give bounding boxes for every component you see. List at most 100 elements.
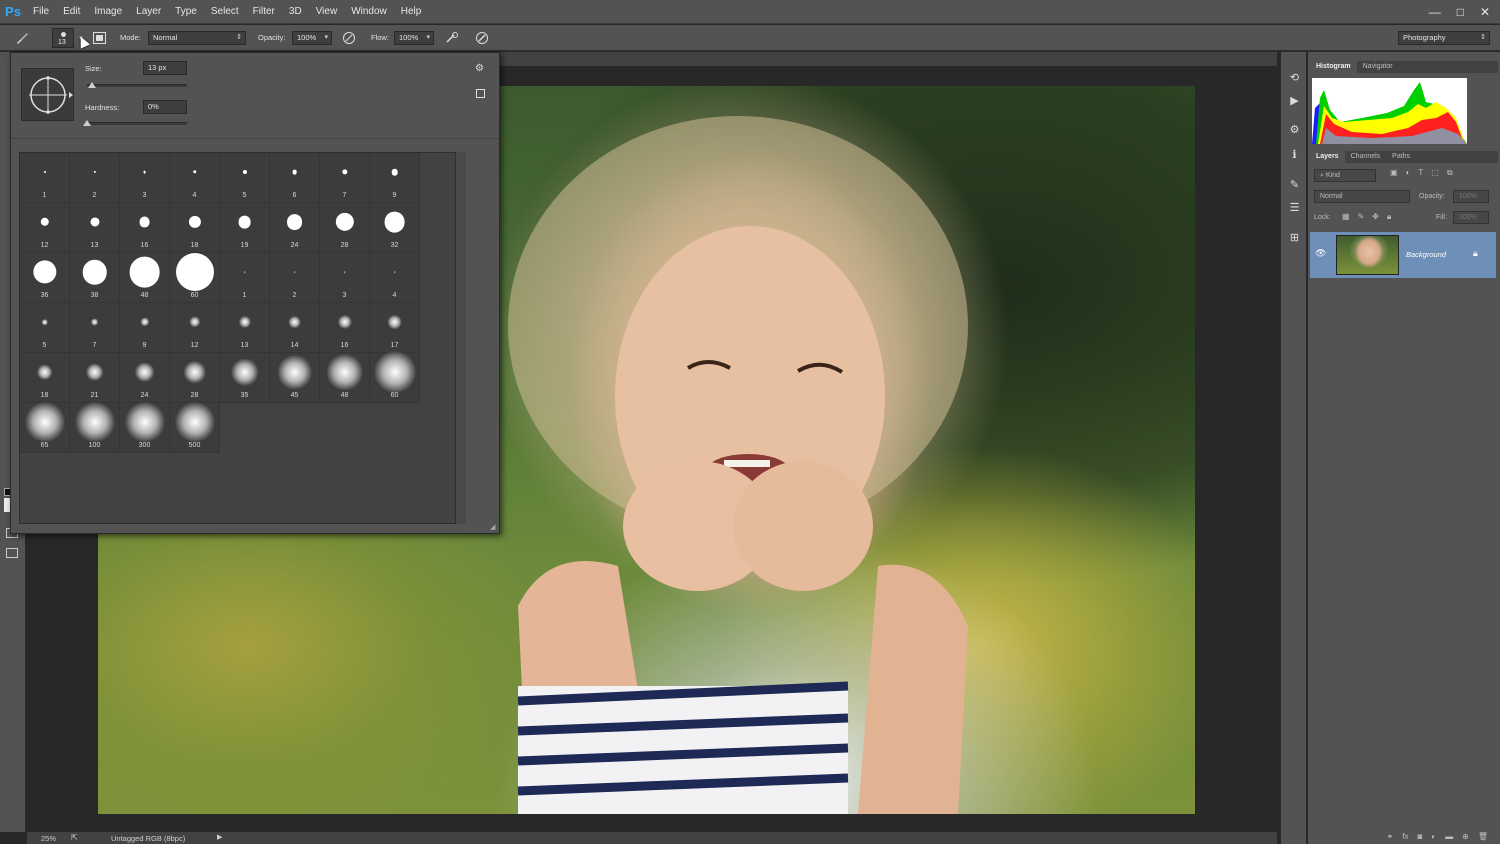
zoom-level[interactable]: 25% <box>41 834 56 843</box>
brush-preset[interactable]: 4 <box>170 153 220 203</box>
menu-edit[interactable]: Edit <box>56 0 87 24</box>
type-filter-icon[interactable]: T <box>1418 168 1423 178</box>
brush-preset[interactable]: 35 <box>220 353 270 403</box>
adjustments-icon[interactable]: ☰ <box>1287 200 1302 215</box>
maximize-icon[interactable]: □ <box>1457 5 1464 19</box>
new-group-icon[interactable]: ▬ <box>1445 832 1453 844</box>
brush-preset[interactable]: 21 <box>70 353 120 403</box>
brush-panel-icon[interactable]: ✎ <box>1287 177 1302 192</box>
brush-preset[interactable]: 9 <box>120 303 170 353</box>
brush-preset[interactable]: 2 <box>70 153 120 203</box>
history-icon[interactable]: ⟲ <box>1287 70 1302 85</box>
brush-preset[interactable]: 12 <box>170 303 220 353</box>
brush-preset[interactable]: 3 <box>120 153 170 203</box>
close-icon[interactable]: ✕ <box>1480 5 1490 19</box>
new-preset-icon[interactable] <box>476 89 485 98</box>
eye-visibility-icon[interactable]: 👁︎ <box>1315 248 1326 259</box>
size-slider-knob[interactable] <box>88 82 96 88</box>
brush-preset[interactable]: 45 <box>270 353 320 403</box>
brush-preset[interactable]: 48 <box>120 253 170 303</box>
new-adjustment-icon[interactable]: ◐ <box>1431 832 1436 844</box>
pixel-filter-icon[interactable]: ▣ <box>1390 168 1398 178</box>
menu-help[interactable]: Help <box>394 0 429 24</box>
blend-mode-select[interactable]: Normal <box>1314 190 1410 203</box>
brush-preset[interactable]: 32 <box>370 203 420 253</box>
brush-preset[interactable]: 60 <box>370 351 420 403</box>
tab-channels[interactable]: Channels <box>1345 151 1387 163</box>
brush-preset[interactable]: 5 <box>220 153 270 203</box>
layer-style-icon[interactable]: fx <box>1402 832 1408 844</box>
trash-icon[interactable]: 🗑︎ <box>1478 832 1488 844</box>
properties-icon[interactable]: ⚙ <box>1287 122 1302 137</box>
shape-filter-icon[interactable]: ⬚ <box>1431 168 1439 178</box>
brush-panel-toggle-icon[interactable] <box>91 30 107 46</box>
brush-preset[interactable]: 13 <box>70 203 120 253</box>
menu-select[interactable]: Select <box>204 0 246 24</box>
brush-picker-button[interactable]: 13 <box>52 28 74 48</box>
menu-filter[interactable]: Filter <box>246 0 282 24</box>
brush-preset[interactable]: 1 <box>20 153 70 203</box>
adjustment-filter-icon[interactable]: ◐ <box>1406 168 1411 178</box>
add-mask-icon[interactable]: ◙ <box>1417 832 1422 844</box>
brush-preset[interactable]: 48 <box>320 353 370 403</box>
new-layer-icon[interactable]: ⊕ <box>1462 832 1469 844</box>
brush-preset[interactable]: 18 <box>170 203 220 253</box>
menu-window[interactable]: Window <box>344 0 394 24</box>
brush-preset[interactable]: 18 <box>20 353 70 403</box>
size-slider[interactable] <box>87 82 187 88</box>
brush-preset[interactable]: 9 <box>370 153 420 203</box>
menu-type[interactable]: Type <box>168 0 204 24</box>
brush-preset[interactable]: 100 <box>70 402 120 453</box>
lock-pixels-icon[interactable]: ✎ <box>1358 212 1365 222</box>
menu-image[interactable]: Image <box>87 0 129 24</box>
tab-histogram[interactable]: Histogram <box>1310 61 1357 73</box>
brush-preset[interactable]: 14 <box>270 303 320 353</box>
brush-preset[interactable]: 13 <box>220 303 270 353</box>
brush-tool-icon[interactable] <box>14 30 30 46</box>
brush-preset[interactable]: 2 <box>270 253 320 303</box>
lock-all-icon[interactable]: 🔒︎ <box>1387 212 1391 222</box>
brush-preset[interactable]: 5 <box>20 303 70 353</box>
hardness-slider[interactable] <box>83 120 187 126</box>
link-layers-icon[interactable]: ⚭ <box>1387 832 1394 844</box>
opacity-input[interactable]: 100% ▾ <box>292 31 332 45</box>
brush-preset[interactable]: 500 <box>170 402 220 453</box>
brush-preset[interactable]: 28 <box>170 353 220 403</box>
export-icon[interactable]: ⇱ <box>71 833 78 842</box>
brush-preset[interactable]: 16 <box>120 203 170 253</box>
brush-preset[interactable]: 24 <box>120 353 170 403</box>
hardness-input[interactable]: 0% <box>143 100 187 114</box>
brush-preset[interactable]: 12 <box>20 203 70 253</box>
menu-layer[interactable]: Layer <box>129 0 168 24</box>
brush-preset[interactable]: 65 <box>20 402 70 453</box>
brush-preset[interactable]: 16 <box>320 303 370 353</box>
info-icon[interactable]: ℹ <box>1287 147 1302 162</box>
pressure-opacity-icon[interactable] <box>341 30 357 46</box>
brush-preset[interactable]: 19 <box>220 203 270 253</box>
mode-select[interactable]: Normal ⇕ <box>148 31 246 45</box>
airbrush-icon[interactable] <box>444 30 460 46</box>
tab-layers[interactable]: Layers <box>1310 151 1345 163</box>
menu-view[interactable]: View <box>309 0 345 24</box>
brush-preset[interactable]: 28 <box>320 203 370 253</box>
brush-angle-preview[interactable] <box>21 68 74 121</box>
brush-preset[interactable]: 4 <box>370 253 420 303</box>
brush-preset[interactable]: 60 <box>170 253 220 303</box>
brush-preset[interactable]: 24 <box>270 203 320 253</box>
smart-object-filter-icon[interactable]: ⧉ <box>1447 168 1453 178</box>
layer-filter-select[interactable]: ⌕ Kind <box>1314 169 1376 182</box>
layer-row-background[interactable]: 👁︎ Background 🔒︎ <box>1310 232 1496 278</box>
status-menu-arrow-icon[interactable]: ▶ <box>217 833 222 841</box>
hardness-slider-knob[interactable] <box>83 120 91 126</box>
flow-input[interactable]: 100% ▾ <box>394 31 434 45</box>
clone-source-icon[interactable]: ⊞ <box>1287 230 1302 245</box>
lock-transparency-icon[interactable]: ▦ <box>1342 212 1350 222</box>
workspace-select[interactable]: Photography ⇕ <box>1398 31 1490 45</box>
screen-mode-icon[interactable] <box>6 548 18 558</box>
menu-file[interactable]: File <box>26 0 56 24</box>
size-input[interactable]: 13 px <box>143 61 187 75</box>
preset-grid-scrollbar[interactable] <box>455 152 466 524</box>
brush-preset[interactable]: 300 <box>120 402 170 453</box>
brush-preset[interactable]: 36 <box>20 253 70 303</box>
fill-input[interactable]: 100% <box>1453 211 1489 224</box>
